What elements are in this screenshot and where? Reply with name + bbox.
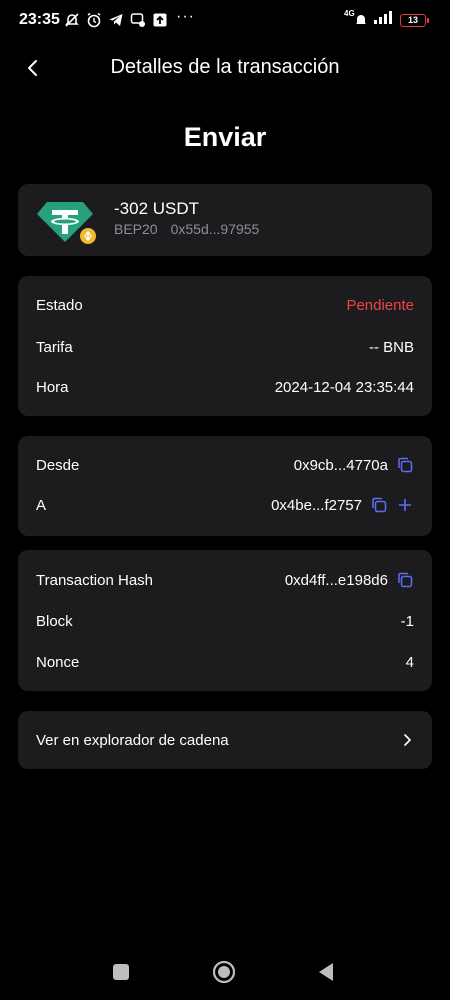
add-contact-plus-icon[interactable] — [396, 496, 414, 514]
chevron-right-icon — [404, 734, 411, 746]
token-network: BEP20 — [114, 221, 158, 237]
system-navigation-bar — [0, 950, 450, 1000]
wifi-chat-icon — [130, 13, 145, 27]
address-card: Desde 0x9cb...4770a A 0x4be...f2757 — [18, 436, 432, 536]
system-back-button[interactable] — [317, 962, 335, 982]
block-value: -1 — [400, 612, 414, 630]
to-label: A — [36, 496, 47, 514]
alarm-small-icon — [356, 15, 366, 24]
page-title: Enviar — [183, 122, 267, 152]
block-label: Block — [36, 612, 73, 630]
network-type: 4G — [344, 9, 355, 18]
battery-indicator: 13 — [400, 13, 429, 27]
hash-row: Transaction Hash 0xd4ff...e198d6 — [36, 569, 414, 591]
from-row: Desde 0x9cb...4770a — [36, 454, 414, 476]
view-on-explorer-button[interactable]: Ver en explorador de cadena — [18, 711, 432, 769]
notifications-off-icon — [65, 13, 79, 27]
nonce-label: Nonce — [36, 653, 80, 671]
home-button[interactable] — [212, 960, 236, 984]
time-value: 2024-12-04 23:35:44 — [274, 378, 414, 396]
token-amount: -302 USDT — [114, 199, 200, 218]
hash-value: 0xd4ff...e198d6 — [284, 571, 388, 589]
token-contract-address: 0x55d...97955 — [170, 221, 260, 237]
alarm-icon — [87, 12, 101, 28]
fee-row: Tarifa -- BNB — [36, 336, 414, 358]
explorer-label: Ver en explorador de cadena — [36, 731, 229, 749]
transaction-info-card: Transaction Hash 0xd4ff...e198d6 Block -… — [18, 550, 432, 691]
copy-icon[interactable] — [396, 456, 414, 474]
upload-icon — [153, 13, 167, 27]
signal-icon — [374, 11, 392, 24]
status-row: Estado Pendiente — [36, 294, 414, 316]
top-app-bar: Detalles de la transacción — [0, 48, 450, 90]
nonce-value: 4 — [405, 653, 414, 671]
recent-apps-button[interactable] — [113, 964, 129, 980]
status-label: Estado — [36, 296, 83, 314]
fee-value: -- BNB — [369, 338, 414, 356]
battery-level: 13 — [407, 15, 418, 25]
usdt-token-icon — [37, 202, 98, 246]
to-address: 0x4be...f2757 — [271, 496, 362, 514]
bnb-badge-icon — [78, 226, 98, 246]
from-label: Desde — [36, 456, 80, 474]
copy-icon[interactable] — [396, 571, 414, 589]
header-title: Detalles de la transacción — [110, 56, 340, 78]
time-label: Hora — [36, 378, 69, 396]
fee-label: Tarifa — [36, 338, 73, 356]
from-address: 0x9cb...4770a — [293, 456, 388, 474]
token-summary-card: -302 USDT BEP20 0x55d...97955 — [18, 184, 432, 256]
nonce-row: Nonce 4 — [36, 651, 414, 673]
telegram-icon — [109, 14, 123, 26]
status-value: Pendiente — [346, 296, 414, 314]
block-row: Block -1 — [36, 610, 414, 632]
more-notifications-icon: ··· — [176, 8, 195, 25]
time-row: Hora 2024-12-04 23:35:44 — [36, 376, 414, 398]
status-bar: 23:35 ··· 4G 13 — [0, 0, 450, 40]
status-time: 23:35 — [19, 11, 60, 28]
hash-label: Transaction Hash — [36, 571, 153, 589]
to-row: A 0x4be...f2757 — [36, 494, 414, 516]
status-card: Estado Pendiente Tarifa -- BNB Hora 2024… — [18, 276, 432, 416]
copy-icon[interactable] — [370, 496, 388, 514]
